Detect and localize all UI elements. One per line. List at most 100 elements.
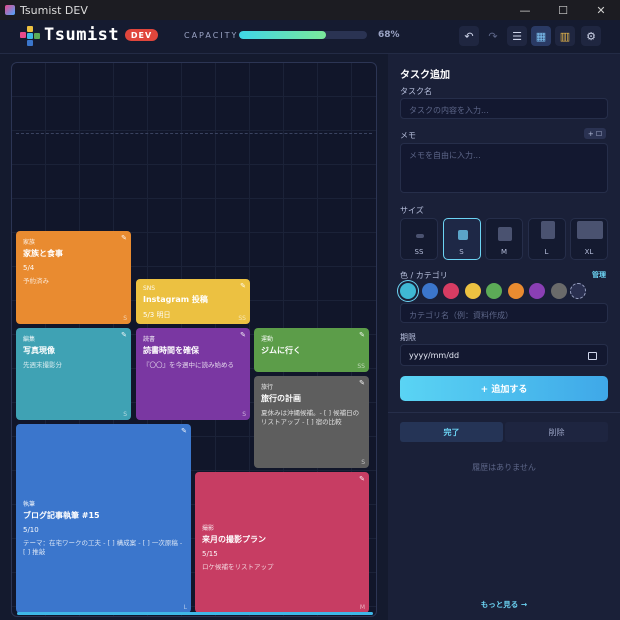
size-option-m[interactable]: M: [485, 218, 523, 260]
task-memo: 夏休みは沖縄候補。- [ ] 候補日のリストアップ - [ ] 宿の比較: [261, 409, 360, 427]
task-card[interactable]: 運動ジムに行く ✎ SS: [254, 328, 369, 372]
task-title: 写真現像: [23, 346, 55, 355]
capacity-bar: [239, 31, 367, 39]
calendar-icon[interactable]: [588, 352, 597, 360]
close-button[interactable]: ✕: [582, 0, 620, 20]
task-card[interactable]: 旅行旅行の計画夏休みは沖縄候補。- [ ] 候補日のリストアップ - [ ] 宿…: [254, 376, 369, 468]
edit-icon[interactable]: ✎: [240, 331, 246, 339]
task-size: SS: [238, 315, 246, 322]
task-size: M: [359, 604, 365, 611]
capacity-percent: 68%: [378, 30, 400, 40]
stats-button[interactable]: ▥: [555, 26, 575, 46]
edit-icon[interactable]: ✎: [121, 331, 127, 339]
brand-name: Tsumist: [44, 25, 120, 45]
task-name-label: タスク名: [400, 87, 432, 96]
size-shape-icon: [498, 227, 512, 241]
task-title: ブログ記事執筆 #15: [23, 510, 100, 520]
size-option-label: S: [459, 248, 464, 256]
tab-completed[interactable]: 完了: [400, 422, 503, 442]
app-header: Tsumist DEV CAPACITY 68% ↶ ↷ ☰ ▦ ▥ ⚙: [0, 20, 620, 54]
task-title: 来月の撮影プラン: [202, 534, 266, 544]
task-memo: 予約済み: [23, 277, 49, 285]
task-category: 編集: [23, 336, 36, 343]
size-shape-icon: [577, 221, 603, 239]
task-card[interactable]: 家族 家族と食事 5/4 予約済み ✎ S: [16, 231, 131, 324]
settings-button[interactable]: ⚙: [581, 26, 601, 46]
color-swatch[interactable]: [486, 283, 502, 299]
show-more-link[interactable]: もっと見る →: [388, 599, 620, 610]
size-option-label: L: [544, 248, 549, 256]
task-size: S: [242, 411, 246, 418]
task-category: SNS: [143, 285, 156, 292]
size-option-ss[interactable]: SS: [400, 218, 438, 260]
undo-button[interactable]: ↶: [459, 26, 479, 46]
memo-input[interactable]: メモを自由に入力...: [400, 143, 608, 193]
logo-icon: [20, 26, 40, 46]
color-swatch[interactable]: [550, 283, 567, 299]
edit-icon[interactable]: ✎: [359, 331, 365, 339]
add-color-button[interactable]: [570, 283, 586, 299]
maximize-button[interactable]: ☐: [544, 0, 582, 20]
edit-icon[interactable]: ✎: [359, 475, 365, 483]
size-option-s[interactable]: S: [442, 218, 481, 260]
color-swatch[interactable]: [529, 283, 545, 299]
size-option-label: M: [500, 248, 508, 256]
task-category: 読書: [143, 336, 156, 343]
empty-history-text: 履歴はありません: [472, 463, 536, 472]
add-checklist-button[interactable]: + ☐: [584, 128, 606, 139]
color-swatch[interactable]: [507, 283, 524, 299]
list-view-button[interactable]: ☰: [507, 26, 527, 46]
category-input[interactable]: カテゴリ名（例：資料作成）: [400, 303, 608, 323]
edit-icon[interactable]: ✎: [181, 427, 187, 435]
task-memo: 『〇〇』を今週中に読み始める: [143, 361, 234, 369]
due-date-input[interactable]: yyyy/mm/dd: [400, 344, 608, 366]
board-bottom-bar: [17, 612, 373, 615]
task-title: 読書時間を確保: [143, 346, 199, 355]
task-category: 運動: [261, 336, 274, 343]
size-option-xl[interactable]: XL: [570, 218, 608, 260]
task-card[interactable]: SNS Instagram 投稿 5/3 明日 ✎ SS: [136, 279, 250, 324]
task-size: S: [361, 459, 365, 466]
task-memo: 先週末撮影分: [23, 361, 62, 369]
minimize-button[interactable]: —: [506, 0, 544, 20]
panel-title: タスク追加: [400, 70, 450, 81]
task-card[interactable]: 編集写真現像先週末撮影分 ✎ S: [16, 328, 131, 420]
task-date: 5/10: [23, 525, 39, 534]
task-name-input[interactable]: タスクの内容を入力...: [400, 98, 608, 119]
size-option-l[interactable]: L: [527, 218, 566, 260]
redo-button[interactable]: ↷: [483, 26, 503, 46]
tab-deleted[interactable]: 削除: [505, 422, 608, 442]
color-swatch[interactable]: [464, 283, 481, 299]
size-shape-icon: [416, 234, 424, 238]
task-category: 旅行: [261, 384, 274, 391]
edit-icon[interactable]: ✎: [359, 379, 365, 387]
edit-icon[interactable]: ✎: [240, 282, 246, 290]
edit-icon[interactable]: ✎: [121, 234, 127, 242]
task-title: Instagram 投稿: [143, 295, 208, 304]
capacity-limit-line: [16, 133, 372, 134]
task-date: 5/3 明日: [143, 311, 171, 319]
add-task-panel: [388, 54, 620, 620]
manage-categories-link[interactable]: 管理: [592, 270, 606, 280]
color-swatch[interactable]: [400, 283, 416, 299]
task-date: 5/4: [23, 264, 35, 272]
task-category: 執筆: [23, 500, 36, 508]
size-shape-icon: [540, 221, 555, 239]
task-card[interactable]: 執筆 ブログ記事執筆 #15 5/10 テーマ：在宅ワークの工夫 - [ ] 構成案 …: [16, 424, 191, 613]
task-size: S: [123, 411, 127, 418]
calendar-button[interactable]: ▦: [531, 26, 551, 46]
add-task-button[interactable]: + 追加する: [400, 376, 608, 401]
window-title: Tsumist DEV: [20, 3, 88, 17]
size-shape-icon: [457, 230, 468, 240]
app-icon: [5, 5, 15, 15]
task-title: ジムに行く: [261, 346, 301, 355]
size-label: サイズ: [400, 206, 424, 215]
task-card[interactable]: 撮影 来月の撮影プラン 5/15 ロケ候補をリストアップ ✎ M: [195, 472, 369, 613]
task-card[interactable]: 読書読書時間を確保『〇〇』を今週中に読み始める ✎ S: [136, 328, 250, 420]
task-size: SS: [357, 363, 365, 370]
panel-divider: [388, 412, 620, 413]
color-swatch[interactable]: [443, 283, 459, 299]
task-title: 旅行の計画: [261, 394, 301, 403]
color-swatch[interactable]: [421, 283, 438, 299]
dev-badge: DEV: [125, 29, 158, 41]
